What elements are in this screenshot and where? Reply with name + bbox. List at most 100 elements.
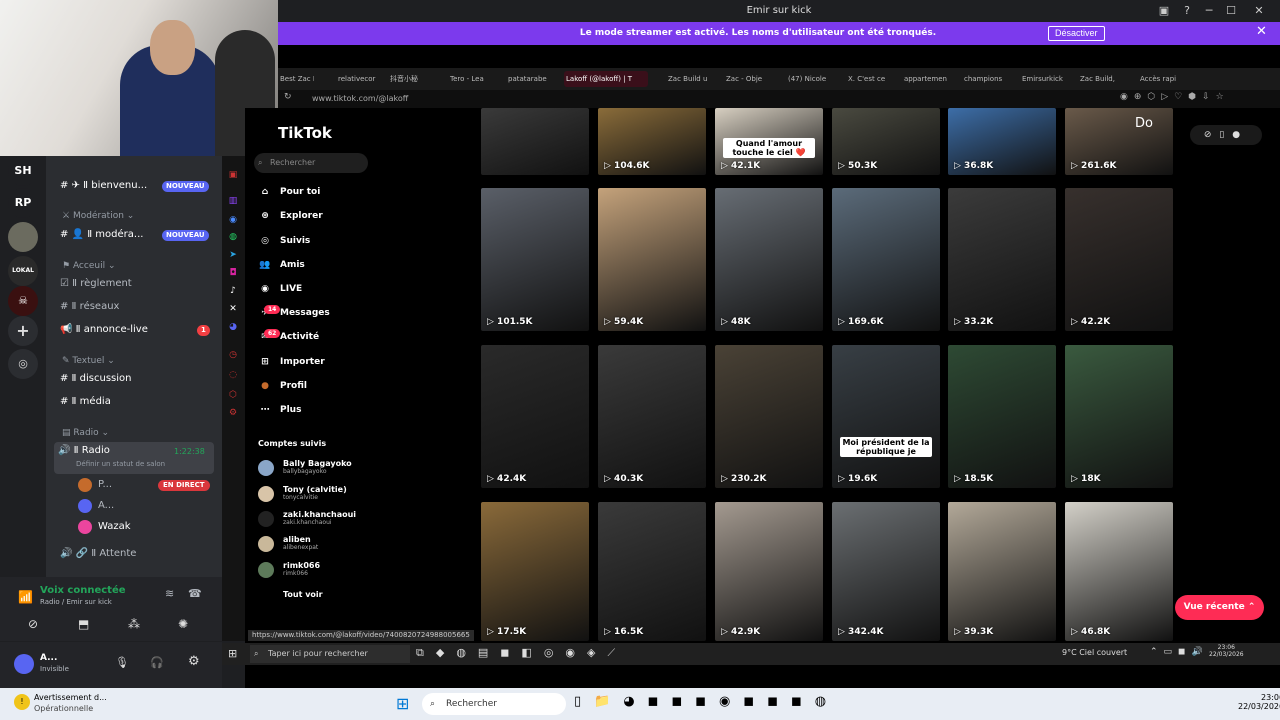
server-icon[interactable]: LOKAL	[8, 256, 38, 286]
add-server-icon[interactable]: +	[8, 316, 38, 346]
radio-status[interactable]: Définir un statut de salon	[76, 460, 165, 468]
close-icon[interactable]: ✕	[1256, 24, 1267, 39]
server-icon[interactable]: ☠	[8, 286, 38, 316]
telegram-icon[interactable]: ➤	[226, 248, 240, 262]
noise-suppression-icon[interactable]: ≋	[165, 587, 174, 600]
avatar[interactable]	[258, 486, 274, 502]
server-icon[interactable]: SH	[8, 156, 38, 186]
tab[interactable]: Zac - Obje	[724, 71, 770, 87]
voice-user[interactable]: A...	[98, 497, 114, 515]
tab[interactable]: appartemen	[902, 71, 950, 87]
clock[interactable]: 23:0622/03/2026	[1238, 693, 1280, 711]
video-thumbnail[interactable]: ▷ 18.5K	[948, 345, 1056, 488]
video-thumbnail[interactable]: ▷ 42.9K	[715, 502, 823, 641]
voice-connected[interactable]: Voix connectée	[40, 585, 126, 596]
tiktok-logo[interactable]: TikTok	[278, 124, 332, 142]
tab[interactable]: Zac Build u	[666, 71, 708, 87]
activities-icon[interactable]: ⁂	[128, 617, 140, 631]
tab[interactable]: relativecor	[336, 71, 380, 87]
camera-off-icon[interactable]: ⊘	[28, 617, 38, 631]
channel-rules[interactable]: ☑ Ⅱ règlement	[60, 275, 132, 293]
inner-clock[interactable]: 23:06 22/03/2026	[1209, 644, 1244, 658]
channel-media[interactable]: # Ⅱ média	[60, 393, 111, 411]
server-icon[interactable]: RP	[8, 188, 38, 218]
close-button[interactable]: ✕	[1250, 2, 1268, 20]
video-thumbnail[interactable]: ▷ 18K	[1065, 345, 1173, 488]
tab[interactable]: Emirsurkick	[1020, 71, 1068, 87]
channel-waiting[interactable]: 🔊 🔗 Ⅱ Attente	[60, 545, 136, 563]
video-thumbnail[interactable]: ▷ 16.5K	[598, 502, 706, 641]
tiktok-icon[interactable]: ♪	[226, 284, 240, 298]
weather[interactable]: 9°C Ciel couvert	[1062, 648, 1127, 657]
tab[interactable]: Zac Build,	[1078, 71, 1126, 87]
video-thumbnail[interactable]: ▷ 40.3K	[598, 345, 706, 488]
reload-icon[interactable]: ↻	[284, 92, 292, 102]
pinned-apps[interactable]: ⧉◆◍▤◼◧◎◉◈⟋	[416, 646, 627, 660]
followed-account[interactable]: Tony (calvitie) tonycalvitie	[283, 485, 347, 501]
gear-icon[interactable]: ⚙	[188, 654, 200, 669]
messenger-icon[interactable]: ◉	[226, 213, 240, 227]
tab[interactable]: patatarabe	[506, 71, 554, 87]
nav-for-you[interactable]: ⌂ Pour toi	[258, 182, 321, 202]
taskbar-apps[interactable]: ▯📁◕◼◼◼◉◼◼◼◍	[574, 694, 839, 709]
tab[interactable]: X. C'est ce	[846, 71, 890, 87]
category-radio[interactable]: ▤ Radio ⌄	[62, 426, 109, 440]
extension-icons[interactable]: ◉⊕⬡▷♡⬢⇩☆	[1120, 92, 1230, 102]
windows-icon[interactable]: ⊞	[228, 647, 237, 660]
category-accueil[interactable]: ⚑ Acceuil ⌄	[62, 259, 115, 273]
channel-discussion[interactable]: # Ⅱ discussion	[60, 370, 132, 388]
video-thumbnail[interactable]: ▷ 261.6K Do	[1065, 108, 1173, 175]
notification-title[interactable]: Avertissement d...	[34, 693, 107, 702]
ext-icon[interactable]: ◌	[226, 368, 240, 382]
settings-icon[interactable]: ⚙	[226, 406, 240, 420]
followed-account[interactable]: rimk066 rimk066	[283, 561, 320, 577]
video-thumbnail[interactable]: ▷ 230.2K	[715, 345, 823, 488]
soundboard-icon[interactable]: ✺	[178, 617, 188, 631]
video-thumbnail[interactable]: ▷ 46.8K	[1065, 502, 1173, 641]
channel-radio[interactable]: 🔊 Ⅱ Radio 1:22:38 Définir un statut de s…	[54, 442, 214, 474]
video-thumbnail[interactable]: ▷ 36.8K	[948, 108, 1056, 175]
video-thumbnail[interactable]: ▷ 33.2K	[948, 188, 1056, 331]
video-thumbnail[interactable]: ▷ 104.6K	[598, 108, 706, 175]
category-moderation[interactable]: ⚔ Modération ⌄	[62, 209, 134, 223]
discover-icon[interactable]: ◎	[8, 349, 38, 379]
x-icon[interactable]: ✕	[226, 302, 240, 316]
video-thumbnail[interactable]: ▷ 101.5K	[481, 188, 589, 331]
channel-moderation[interactable]: # 👤 Ⅱ modéra...	[60, 226, 143, 244]
ext-icon[interactable]: ⬡	[226, 388, 240, 402]
video-thumbnail[interactable]: ▷ 39.3K	[948, 502, 1056, 641]
warning-icon[interactable]: !	[14, 694, 30, 710]
tab[interactable]: (47) Nicole	[786, 71, 832, 87]
avatar[interactable]	[258, 460, 274, 476]
url-field[interactable]: www.tiktok.com/@lakoff	[312, 92, 408, 106]
taskbar-search[interactable]: ⌕ Rechercher	[422, 693, 566, 715]
see-all-link[interactable]: Tout voir	[283, 590, 323, 599]
headphones-icon[interactable]: 🎧	[150, 656, 164, 669]
screenshare-icon[interactable]: ⬒	[78, 617, 89, 631]
tab[interactable]: Best Zac Pi	[278, 71, 314, 87]
tiktok-floating-tools[interactable]: ⊘▯●	[1190, 125, 1262, 145]
tab[interactable]: champions	[962, 71, 1010, 87]
followed-account[interactable]: aliben alibenexpat	[283, 535, 318, 551]
avatar[interactable]	[258, 511, 274, 527]
video-thumbnail[interactable]: ▷ 19.6K Moi président de la république je	[832, 345, 940, 488]
video-thumbnail[interactable]	[481, 108, 589, 175]
video-thumbnail[interactable]: ▷ 42.2K	[1065, 188, 1173, 331]
instagram-icon[interactable]: ◘	[226, 266, 240, 280]
tray-icons[interactable]: ⌃▭◼🔊	[1150, 647, 1209, 657]
voice-user[interactable]: P...	[98, 476, 112, 494]
inner-search[interactable]: ⌕ Taper ici pour rechercher	[250, 645, 410, 663]
nav-upload[interactable]: ⊞ Importer	[258, 352, 324, 372]
video-thumbnail[interactable]: ▷ 42.1K Quand l'amour touche le ciel ❤️	[715, 108, 823, 175]
category-textuel[interactable]: ✎ Textuel ⌄	[62, 354, 115, 368]
tab-active[interactable]: Lakoff (@lakoff) | T	[564, 71, 648, 87]
nav-explore[interactable]: ⊛ Explorer	[258, 206, 322, 226]
mic-icon[interactable]: 🎙	[115, 656, 129, 669]
voice-user[interactable]: Wazak	[98, 518, 131, 536]
discord-icon[interactable]: ◕	[226, 320, 240, 334]
nav-live[interactable]: ◉ LIVE	[258, 279, 302, 299]
avatar[interactable]	[258, 562, 274, 578]
disable-streamer-button[interactable]: Désactiver	[1048, 26, 1105, 41]
avatar[interactable]	[258, 536, 274, 552]
followed-account[interactable]: zaki.khanchaoui zaki.khanchaoui	[283, 510, 356, 526]
